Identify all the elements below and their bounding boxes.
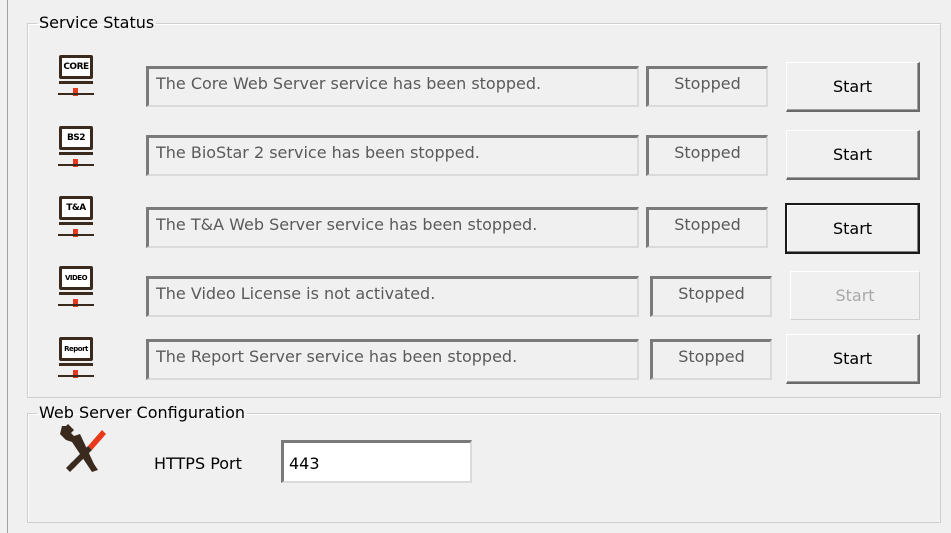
core-service-status: Stopped [646,66,768,107]
monitor-base [59,363,93,366]
bs2-icon-label: BS2 [59,126,93,150]
monitor-base [59,81,93,84]
report-service-message: The Report Server service has been stopp… [146,339,639,380]
service-manager-window: Service Status CORE The Core Web Server … [0,0,951,533]
video-icon-label: VIDEO [59,266,93,290]
https-port-input[interactable] [281,440,472,483]
ta-start-button[interactable]: Start [785,203,920,254]
report-server-icon: Report [58,337,94,379]
core-icon-label: CORE [59,55,93,79]
biostar2-service-message: The BioStar 2 service has been stopped. [146,135,639,176]
tools-icon [60,424,106,472]
web-server-config-title: Web Server Configuration [39,403,246,422]
ta-service-message: The T&A Web Server service has been stop… [146,207,639,248]
video-license-message: The Video License is not activated. [146,276,639,317]
report-service-status: Stopped [650,339,772,380]
core-start-button[interactable]: Start [786,62,920,112]
video-start-button[interactable]: Start [790,271,920,320]
https-port-label: HTTPS Port [154,454,242,473]
report-icon-label: Report [59,337,93,361]
ta-service-status: Stopped [646,207,768,248]
video-server-icon: VIDEO [58,266,94,308]
ta-server-icon: T&A [58,196,94,238]
monitor-base [59,222,93,225]
network-line [58,164,94,166]
ta-icon-label: T&A [59,196,93,220]
network-line [58,234,94,236]
video-service-status: Stopped [650,276,772,317]
core-service-message: The Core Web Server service has been sto… [146,66,639,107]
network-line [58,304,94,306]
monitor-base [59,292,93,295]
network-line [58,375,94,377]
biostar2-service-status: Stopped [646,135,768,176]
core-server-icon: CORE [58,55,94,97]
report-start-button[interactable]: Start [786,334,920,384]
biostar2-start-button[interactable]: Start [786,130,920,180]
monitor-base [59,152,93,155]
network-line [58,93,94,95]
window-left-border [7,0,8,533]
service-status-title: Service Status [39,13,155,32]
biostar2-server-icon: BS2 [58,126,94,168]
